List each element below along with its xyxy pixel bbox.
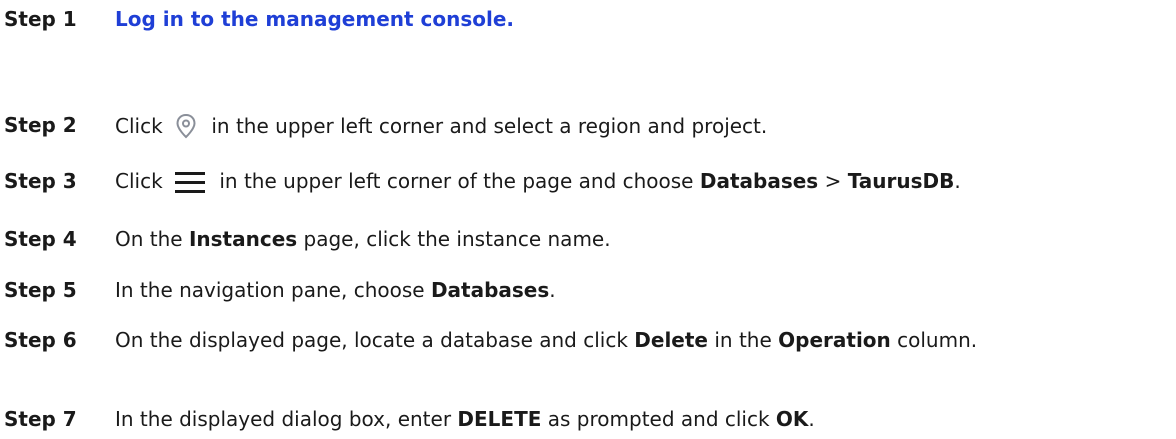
step-7: Step 7 In the displayed dialog box, ente…	[4, 405, 1156, 433]
step-6: Step 6 On the displayed page, locate a d…	[4, 326, 1156, 354]
location-pin-icon	[173, 111, 199, 146]
step-text: Click	[115, 114, 163, 138]
procedure-steps: Step 1 Log in to the management console.…	[0, 0, 1176, 439]
step-body: On the displayed page, locate a database…	[115, 326, 1115, 354]
step-text: In the displayed dialog box, enter	[115, 407, 452, 431]
step-label: Step 7	[4, 407, 77, 431]
step-text: column.	[897, 328, 978, 352]
step-text: In the navigation pane, choose	[115, 278, 425, 302]
management-console-link[interactable]: Log in to the management console.	[115, 7, 514, 31]
step-text-end: .	[954, 169, 961, 193]
step-1: Step 1 Log in to the management console.	[4, 5, 1156, 33]
step-body: Log in to the management console.	[115, 5, 1156, 33]
step-text: as prompted and click	[547, 407, 770, 431]
step-body: In the navigation pane, choose Databases…	[115, 276, 1156, 304]
step-label: Step 6	[4, 328, 77, 352]
operation-column-name: Operation	[778, 328, 891, 352]
step-text: in the	[714, 328, 772, 352]
step-label: Step 3	[4, 169, 77, 193]
step-body: In the displayed dialog box, enter DELET…	[115, 405, 1156, 433]
databases-nav-item-name: Databases	[430, 278, 550, 302]
step-label: Step 2	[4, 113, 77, 137]
menu-path-databases: Databases	[699, 169, 819, 193]
step-5: Step 5 In the navigation pane, choose Da…	[4, 276, 1156, 304]
step-body: On the Instances page, click the instanc…	[115, 225, 1156, 253]
instances-page-name: Instances	[188, 227, 298, 251]
ok-button-name: OK	[775, 407, 809, 431]
step-text-end: .	[549, 278, 556, 302]
step-4: Step 4 On the Instances page, click the …	[4, 225, 1156, 253]
step-text: Click	[115, 169, 163, 193]
step-text: in the upper left corner of the page and…	[219, 169, 694, 193]
step-text: page, click the instance name.	[303, 227, 611, 251]
step-text-end: .	[808, 407, 815, 431]
step-text: On the	[115, 227, 183, 251]
hamburger-menu-icon	[173, 168, 207, 201]
step-2: Step 2 Click in the upper left corner an…	[4, 111, 1156, 146]
step-text: in the upper left corner and select a re…	[211, 114, 768, 138]
delete-action-name: Delete	[634, 328, 708, 352]
step-body: Click in the upper left corner and selec…	[115, 111, 1156, 146]
menu-path-taurusdb: TaurusDB	[847, 169, 955, 193]
path-separator: >	[824, 169, 842, 193]
step-label: Step 1	[4, 7, 77, 31]
step-label: Step 4	[4, 227, 77, 251]
delete-confirm-keyword: DELETE	[457, 407, 542, 431]
step-3: Step 3 Click in the upper left corner of…	[4, 167, 1156, 201]
step-body: Click in the upper left corner of the pa…	[115, 167, 1156, 201]
step-text: On the displayed page, locate a database…	[115, 328, 628, 352]
step-label: Step 5	[4, 278, 77, 302]
